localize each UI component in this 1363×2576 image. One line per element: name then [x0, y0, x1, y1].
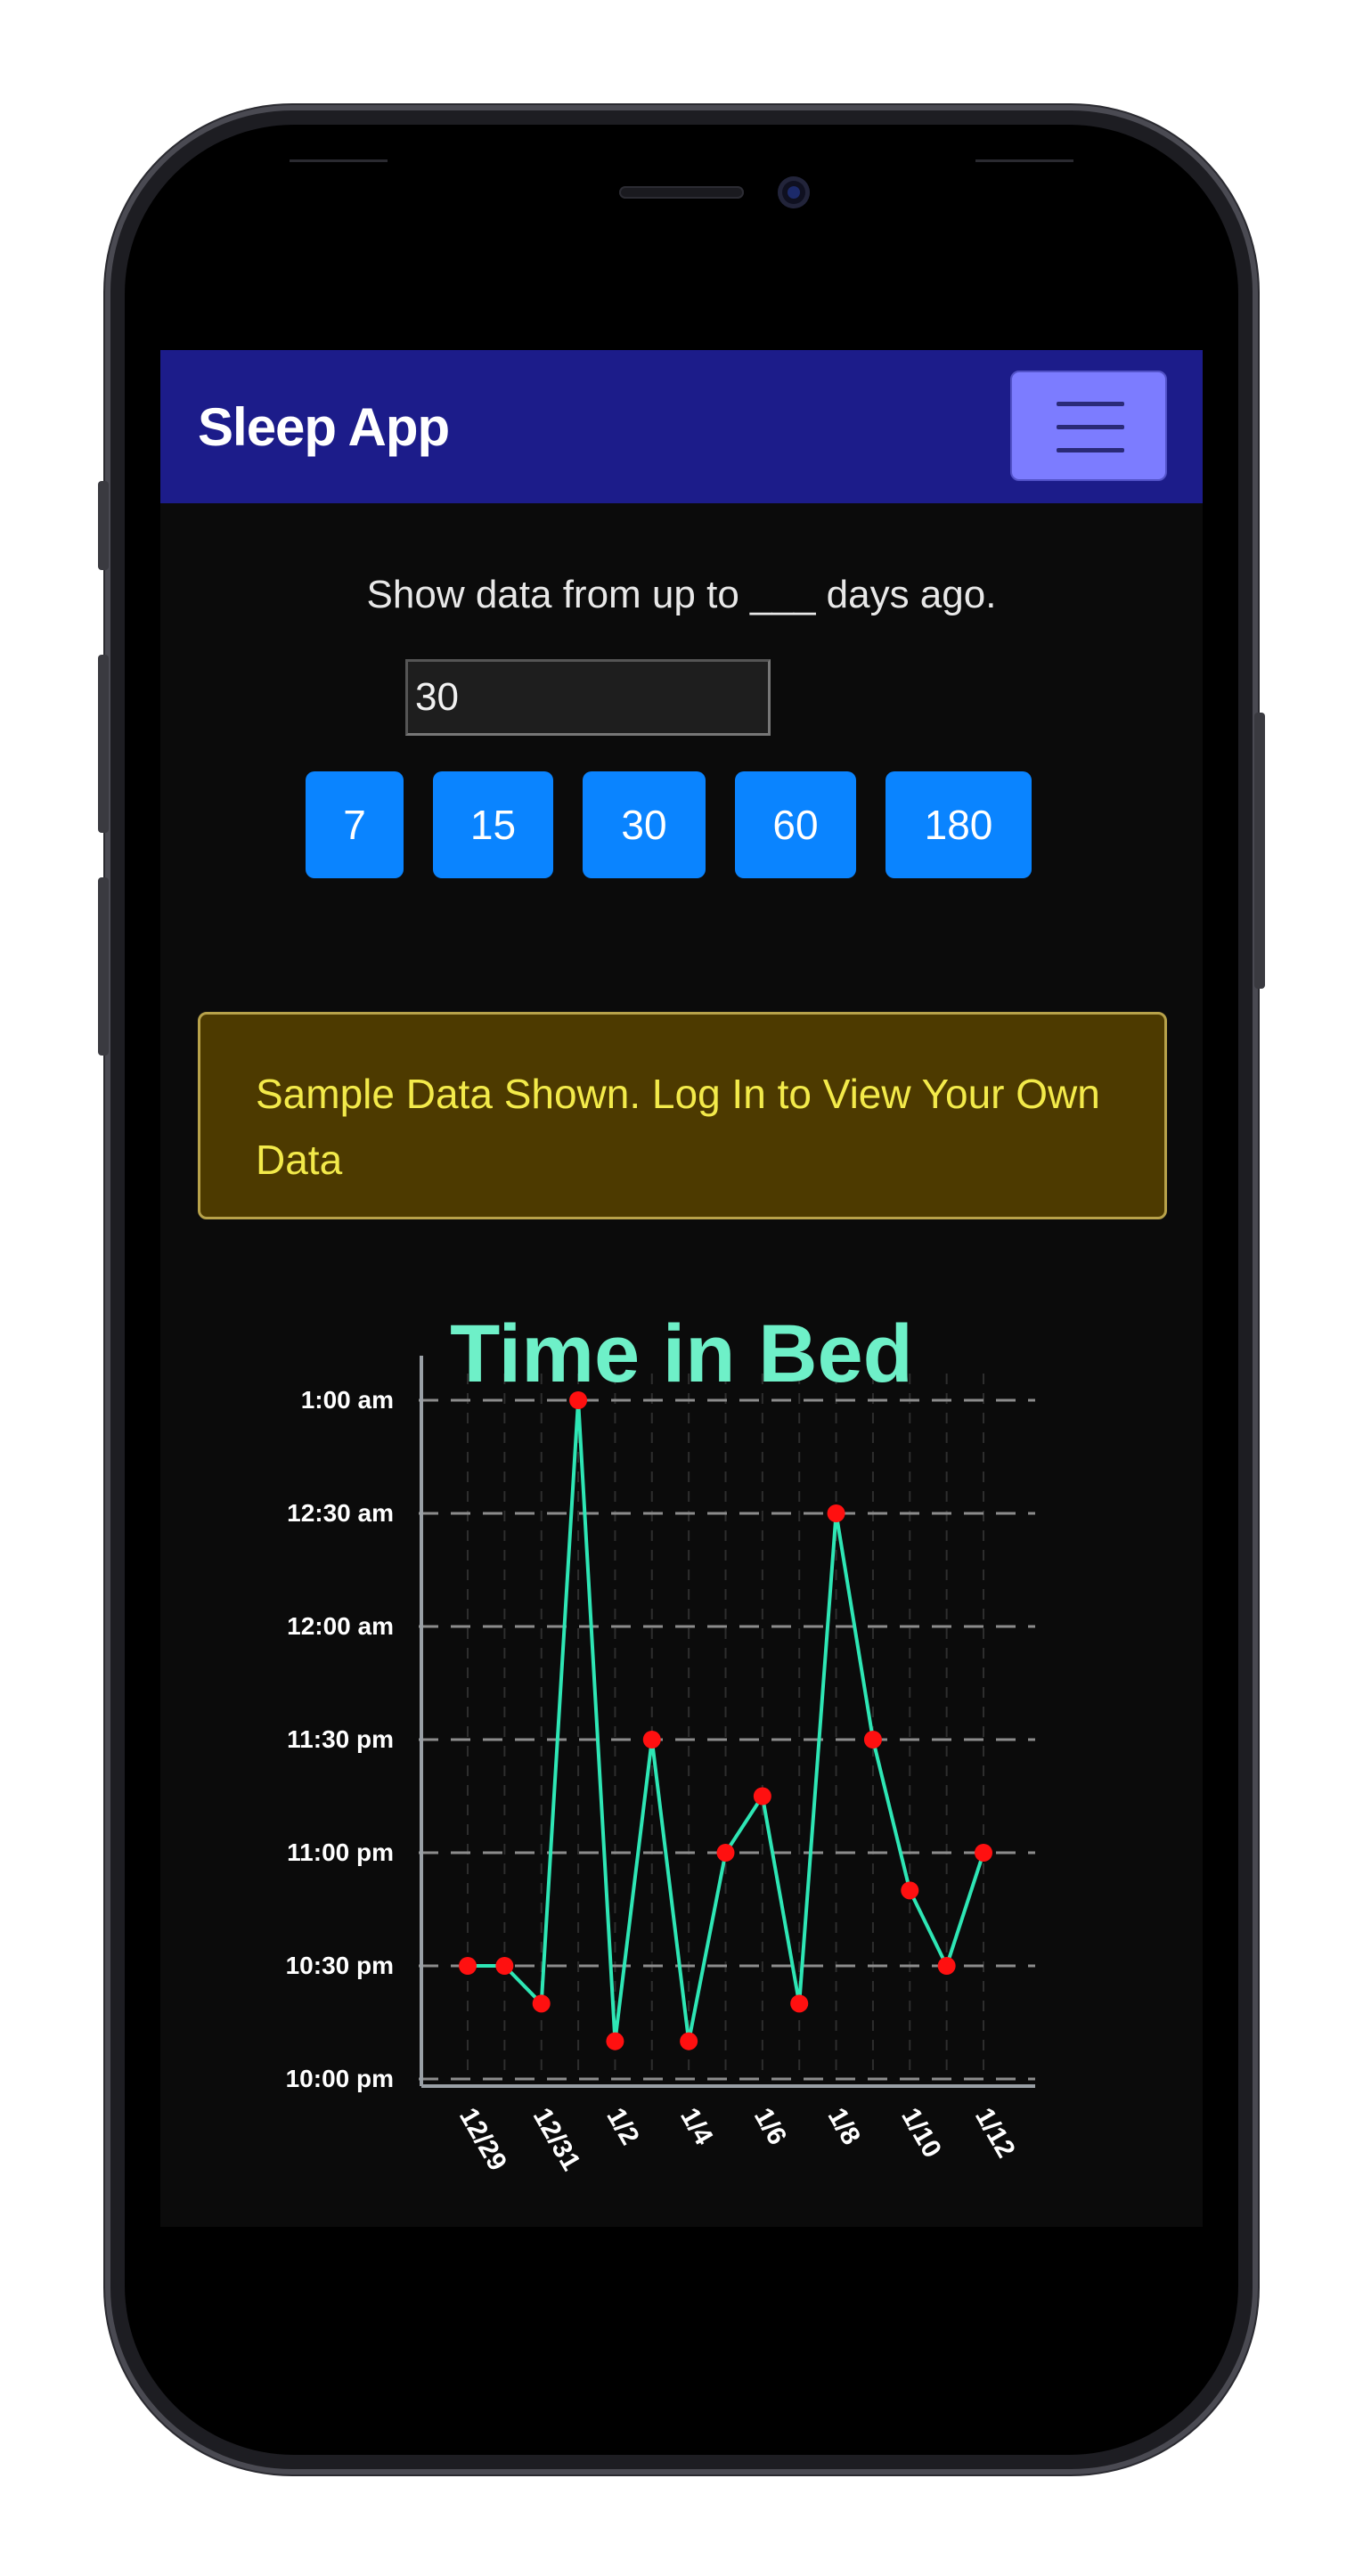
x-tick-label: 12/29 — [453, 2103, 512, 2176]
y-tick-label: 11:30 pm — [287, 1725, 394, 1753]
navbar: Sleep App — [160, 350, 1203, 503]
x-tick-label: 1/2 — [600, 2103, 644, 2150]
hamburger-icon-bar — [1057, 425, 1124, 429]
data-point — [642, 1731, 661, 1749]
data-point — [716, 1844, 735, 1862]
y-tick-label: 10:30 pm — [286, 1952, 394, 1979]
sample-data-alert: Sample Data Shown. Log In to View Your O… — [198, 1012, 1167, 1219]
preset-7-button[interactable]: 7 — [306, 771, 404, 878]
data-point — [937, 1957, 956, 1975]
data-point — [495, 1957, 514, 1975]
data-point — [863, 1731, 882, 1749]
data-point — [680, 2032, 698, 2050]
data-point — [459, 1957, 477, 1975]
preset-180-button[interactable]: 180 — [886, 771, 1032, 878]
phone-volume-up-button — [98, 655, 109, 833]
menu-toggle-button[interactable] — [1010, 371, 1167, 481]
phone-power-button — [1254, 713, 1265, 989]
data-point — [975, 1844, 992, 1862]
hamburger-icon-bar — [1057, 448, 1124, 452]
days-input[interactable] — [405, 659, 771, 736]
app-brand[interactable]: Sleep App — [198, 396, 450, 458]
preset-15-button[interactable]: 15 — [433, 771, 553, 878]
data-point — [753, 1787, 771, 1806]
phone-volume-down-button — [98, 877, 109, 1056]
y-tick-label: 11:00 pm — [287, 1838, 394, 1866]
bedtime-chart-svg: 10:00 pm 10:30 pm 11:00 pm 11:30 pm 12:00 am… — [286, 1356, 1035, 2176]
data-point — [606, 2032, 624, 2050]
hamburger-icon — [1057, 402, 1124, 406]
x-tick-label: 1/8 — [822, 2103, 866, 2150]
x-tick-label: 1/6 — [748, 2103, 792, 2150]
y-tick-label: 10:00 pm — [286, 2065, 394, 2092]
y-tick-label: 12:00 am — [287, 1612, 394, 1640]
phone-antenna-line — [290, 159, 388, 162]
data-point — [901, 1881, 919, 1900]
phone-camera — [778, 176, 810, 208]
x-tick-label: 1/4 — [674, 2103, 719, 2150]
data-point — [532, 1994, 551, 2013]
data-point — [790, 1994, 809, 2013]
data-point — [827, 1504, 845, 1522]
x-tick-label: 1/10 — [895, 2103, 947, 2163]
app-screen: Sleep App Show data from up to ___ days … — [160, 350, 1203, 2227]
phone-antenna-line — [975, 159, 1073, 162]
preset-30-button[interactable]: 30 — [583, 771, 706, 878]
phone-speaker — [619, 186, 744, 199]
preset-60-button[interactable]: 60 — [735, 771, 856, 878]
days-prompt: Show data from up to ___ days ago. — [366, 573, 997, 616]
chart-title: Time in Bed — [450, 1308, 913, 1399]
x-tick-label: 1/12 — [969, 2103, 1021, 2163]
bedtime-chart: 10:00 pm 10:30 pm 11:00 pm 11:30 pm 12:00 am… — [160, 1330, 1203, 2227]
y-tick-label: 12:30 am — [287, 1499, 394, 1527]
phone-side-button — [98, 481, 109, 570]
x-tick-label: 12/31 — [527, 2103, 586, 2176]
